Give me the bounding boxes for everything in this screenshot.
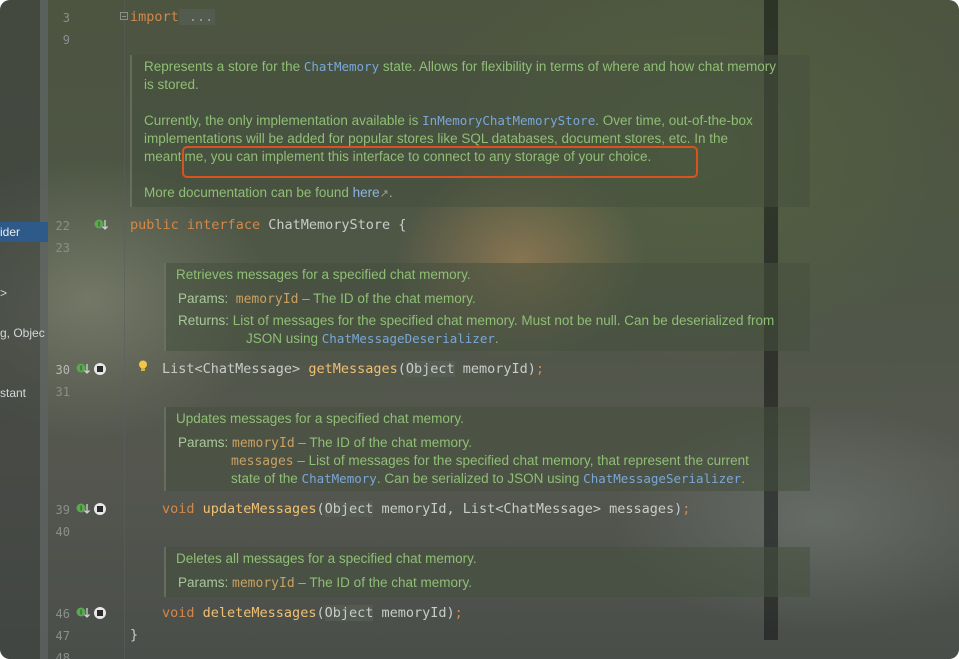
breakpoint-stop-icon[interactable] (93, 502, 107, 516)
breakpoint-stop-icon[interactable] (93, 362, 107, 376)
svg-text:I: I (80, 365, 82, 373)
line-number: 40 (55, 525, 70, 539)
doc-line: Params: memoryId – The ID of the chat me… (178, 291, 476, 307)
line-number: 30 (55, 363, 70, 377)
code-line-import[interactable]: import ... (130, 9, 216, 25)
doc-line: implementations will be added for popula… (144, 131, 729, 146)
doc-link-deserializer[interactable]: ChatMessageDeserializer (322, 331, 495, 346)
line-number: 31 (55, 385, 70, 399)
fold-toggle-icon[interactable] (120, 12, 128, 20)
implemented-by-icon[interactable]: I (76, 502, 90, 516)
doc-line: Params: memoryId – The ID of the chat me… (178, 435, 472, 451)
line-number: 23 (55, 241, 70, 255)
annotation-highlight-box (182, 146, 698, 178)
code-line-interface[interactable]: public interface ChatMemoryStore { (130, 217, 406, 233)
line-number: 39 (55, 503, 70, 517)
line-number: 9 (62, 33, 70, 47)
doc-line: state of the ChatMemory. Can be serializ… (231, 471, 745, 486)
doc-line: Retrieves messages for a specified chat … (176, 267, 471, 282)
code-line-delete-messages[interactable]: void deleteMessages(Object memoryId); (162, 605, 463, 621)
doc-line: Params: memoryId – The ID of the chat me… (178, 575, 472, 591)
doc-line: JSON using ChatMessageDeserializer. (246, 331, 499, 346)
keyword: import (130, 9, 179, 25)
doc-line: Currently, the only implementation avail… (144, 113, 753, 128)
svg-text:I: I (98, 221, 100, 229)
svg-text:I: I (80, 505, 82, 513)
folded-imports[interactable]: ... (178, 9, 216, 25)
line-number: 22 (55, 219, 70, 233)
line-number: 47 (55, 629, 70, 643)
code-line-get-messages[interactable]: List<ChatMessage> getMessages(Object mem… (162, 361, 544, 377)
doc-line: is stored. (144, 77, 199, 92)
project-item-object[interactable]: g, Objec (0, 326, 45, 340)
lightbulb-icon[interactable] (138, 360, 148, 372)
doc-line: Represents a store for the ChatMemory st… (144, 59, 777, 74)
line-number: 3 (62, 11, 70, 25)
project-item-constant[interactable]: stant (0, 386, 26, 400)
implemented-by-icon[interactable]: I (76, 362, 90, 376)
doc-line: Deletes all messages for a specified cha… (176, 551, 477, 566)
doc-link-inmemory-store[interactable]: InMemoryChatMemoryStore (422, 113, 595, 128)
doc-link-serializer[interactable]: ChatMessageSerializer (583, 471, 741, 486)
doc-line: Returns: List of messages for the specif… (178, 313, 775, 328)
line-number: 46 (55, 607, 70, 621)
line-number: 48 (55, 651, 70, 659)
external-link-icon: ↗ (379, 188, 389, 200)
doc-line: More documentation can be found here↗. (144, 185, 393, 200)
code-line-update-messages[interactable]: void updateMessages(Object memoryId, Lis… (162, 501, 690, 517)
doc-link-chatmemory[interactable]: ChatMemory (304, 59, 379, 74)
gutter-separator (124, 0, 125, 659)
doc-link-chatmemory[interactable]: ChatMemory (302, 471, 377, 486)
code-line-closing-brace[interactable]: } (130, 627, 138, 643)
doc-line: messages – List of messages for the spec… (231, 453, 749, 469)
doc-line: Updates messages for a specified chat me… (176, 411, 464, 426)
implemented-by-icon[interactable]: I (94, 218, 108, 232)
svg-text:I: I (80, 609, 82, 617)
doc-link-here[interactable]: here (353, 185, 380, 200)
project-item-arrow[interactable]: > (0, 286, 7, 300)
breakpoint-stop-icon[interactable] (93, 606, 107, 620)
implemented-by-icon[interactable]: I (76, 606, 90, 620)
editor-window: ider > g, Objec stant 3 9 22 23 30 31 39… (0, 0, 959, 659)
